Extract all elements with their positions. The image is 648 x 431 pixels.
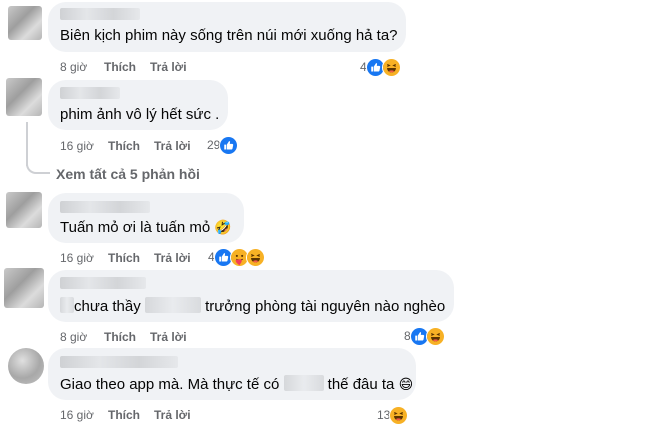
like-button[interactable]: Thích: [108, 139, 140, 153]
haha-icon: [425, 326, 445, 346]
like-icon: [219, 135, 239, 155]
author-name-redacted[interactable]: [60, 87, 120, 99]
comment-time[interactable]: 16 giờ: [60, 408, 94, 422]
avatar[interactable]: [4, 268, 44, 308]
avatar[interactable]: [8, 348, 44, 384]
reply-thread-curve: [26, 164, 50, 174]
comment-time[interactable]: 16 giờ: [60, 251, 94, 265]
reply-button[interactable]: Trả lời: [154, 251, 191, 265]
haha-icon: [245, 247, 265, 267]
comment-bubble: Giao theo app mà. Mà thực tế có thế đâu …: [48, 348, 416, 400]
reaction-summary[interactable]: 29: [207, 135, 239, 155]
redacted-text: [283, 375, 324, 391]
comment-text: Biên kịch phim này sống trên núi mới xuố…: [60, 27, 398, 44]
haha-icon: [389, 405, 409, 425]
avatar[interactable]: [6, 78, 42, 116]
like-button[interactable]: Thích: [104, 60, 136, 74]
rofl-emoji: 🤣: [214, 219, 232, 235]
comment-text: chưa thầy trưởng phòng tài nguyên nào ng…: [60, 297, 445, 317]
comment-bubble: phim ảnh vô lý hết sức .: [48, 80, 228, 130]
reaction-summary[interactable]: 8: [404, 326, 445, 346]
reply-button[interactable]: Trả lời: [154, 408, 191, 422]
like-button[interactable]: Thích: [108, 408, 140, 422]
comment-bubble: Biên kịch phim này sống trên núi mới xuố…: [48, 2, 406, 52]
comment-bubble: Tuấn mỏ ơi là tuấn mỏ 🤣: [48, 193, 244, 243]
avatar[interactable]: [8, 6, 42, 40]
like-button[interactable]: Thích: [108, 251, 140, 265]
like-button[interactable]: Thích: [104, 330, 136, 344]
redacted-text: [144, 297, 201, 313]
reaction-summary[interactable]: 13: [377, 405, 409, 425]
comment-text: phim ảnh vô lý hết sức .: [60, 106, 220, 123]
reply-button[interactable]: Trả lời: [150, 330, 187, 344]
reply-thread-line: [26, 122, 28, 166]
reaction-count: 29: [207, 138, 221, 152]
redacted-text: [60, 297, 74, 313]
comment-time[interactable]: 8 giờ: [60, 330, 87, 344]
reaction-summary[interactable]: 4: [360, 57, 401, 77]
view-replies-link[interactable]: Xem tất cả 5 phản hồi: [56, 166, 200, 182]
comment-time[interactable]: 16 giờ: [60, 139, 94, 153]
comment-text: Giao theo app mà. Mà thực tế có thế đâu …: [60, 375, 414, 393]
author-name-redacted[interactable]: [60, 8, 140, 20]
smile-emoji: 😄: [398, 376, 414, 392]
comment-time[interactable]: 8 giờ: [60, 60, 87, 74]
avatar[interactable]: [6, 192, 42, 228]
reaction-summary[interactable]: 4: [208, 247, 265, 267]
author-name-redacted[interactable]: [60, 277, 146, 289]
reply-button[interactable]: Trả lời: [154, 139, 191, 153]
comment-text: Tuấn mỏ ơi là tuấn mỏ 🤣: [60, 219, 232, 236]
comment-bubble: chưa thầy trưởng phòng tài nguyên nào ng…: [48, 270, 454, 322]
author-name-redacted[interactable]: [60, 201, 150, 213]
reply-button[interactable]: Trả lời: [150, 60, 187, 74]
reaction-count: 13: [377, 408, 391, 422]
author-name-redacted[interactable]: [60, 356, 178, 368]
haha-icon: [381, 57, 401, 77]
